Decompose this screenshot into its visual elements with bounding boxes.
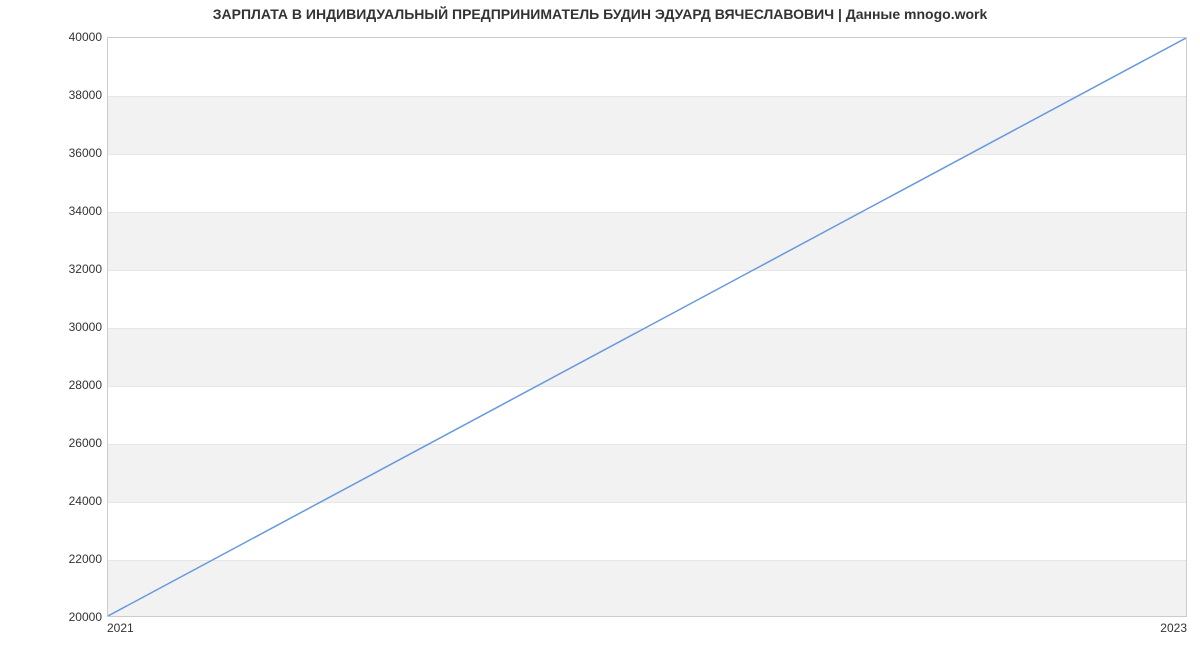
y-tick-label: 40000 bbox=[42, 30, 102, 44]
y-tick-label: 36000 bbox=[42, 146, 102, 160]
y-tick-label: 24000 bbox=[42, 494, 102, 508]
chart-title: ЗАРПЛАТА В ИНДИВИДУАЛЬНЫЙ ПРЕДПРИНИМАТЕЛ… bbox=[0, 6, 1200, 22]
y-tick-label: 22000 bbox=[42, 552, 102, 566]
x-tick-label: 2023 bbox=[1160, 621, 1187, 635]
y-tick-label: 38000 bbox=[42, 88, 102, 102]
y-tick-label: 34000 bbox=[42, 204, 102, 218]
y-tick-label: 26000 bbox=[42, 436, 102, 450]
y-tick-label: 30000 bbox=[42, 320, 102, 334]
chart-container: ЗАРПЛАТА В ИНДИВИДУАЛЬНЫЙ ПРЕДПРИНИМАТЕЛ… bbox=[0, 0, 1200, 650]
x-tick-label: 2021 bbox=[107, 621, 134, 635]
plot-area bbox=[107, 37, 1187, 617]
y-tick-label: 28000 bbox=[42, 378, 102, 392]
y-tick-label: 20000 bbox=[42, 610, 102, 624]
y-tick-label: 32000 bbox=[42, 262, 102, 276]
line-series bbox=[108, 38, 1186, 616]
